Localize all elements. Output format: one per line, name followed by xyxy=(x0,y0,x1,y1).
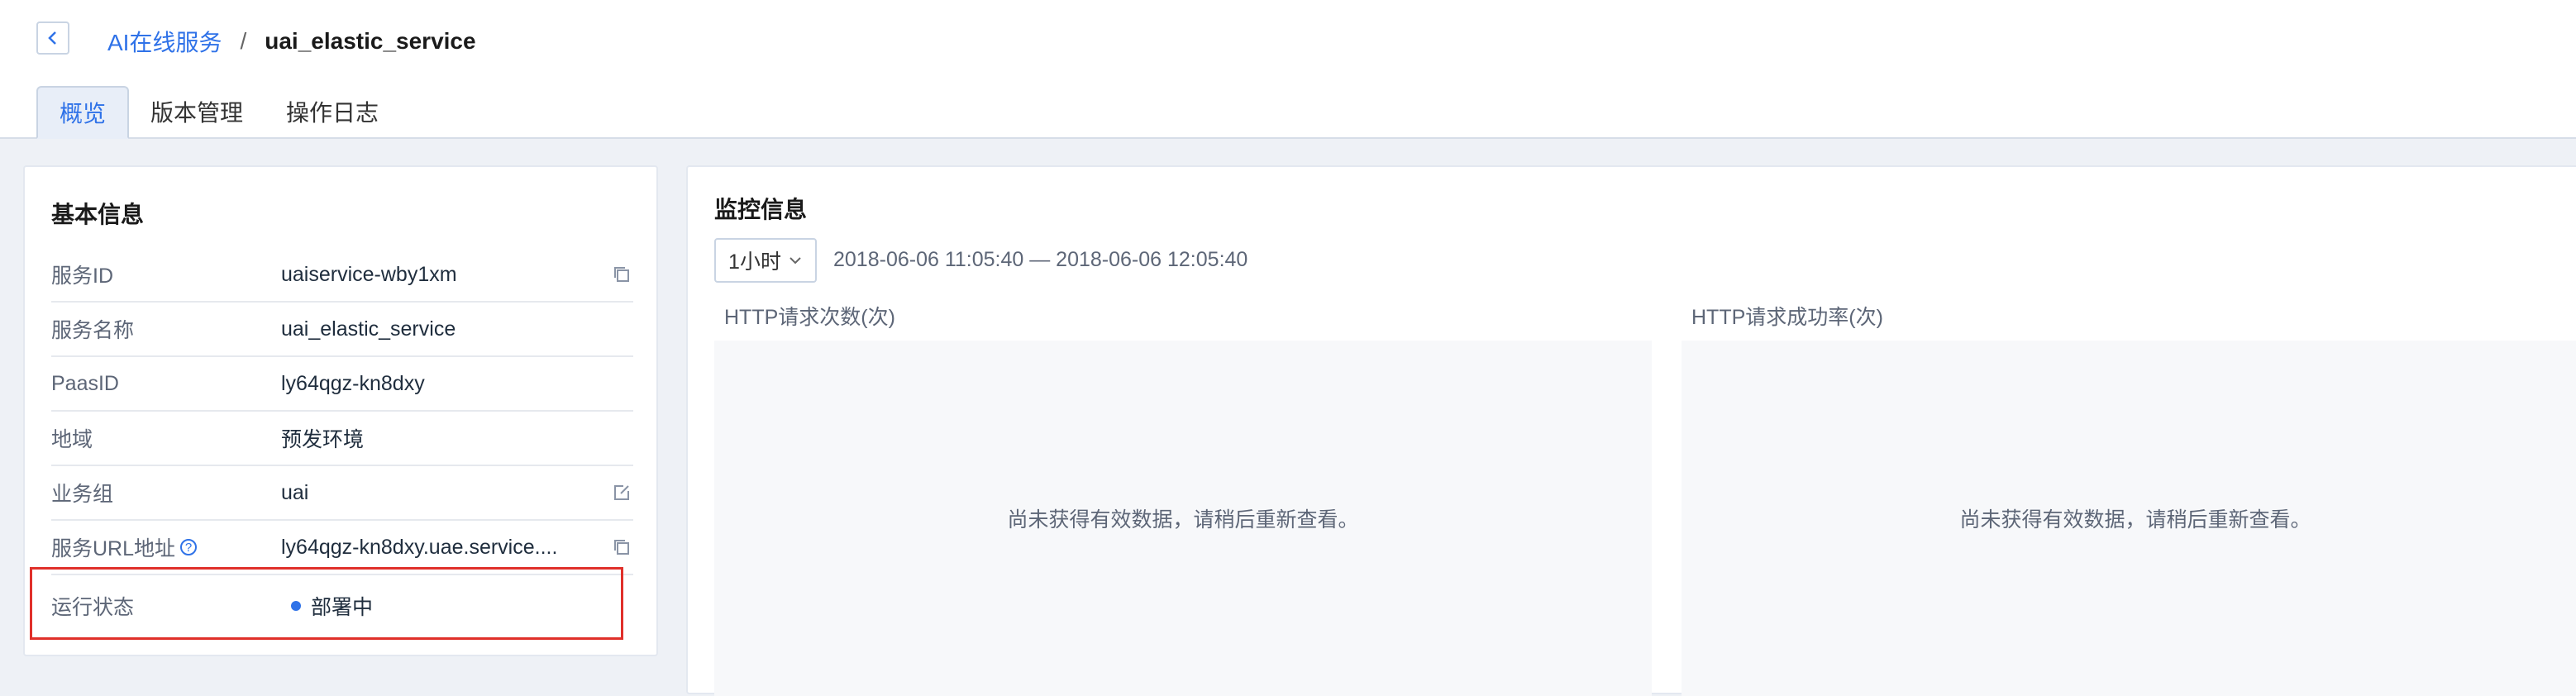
info-label: PaasID xyxy=(51,371,119,395)
breadcrumb-current: uai_elastic_service xyxy=(265,28,476,54)
chart-http-success-rate: 尚未获得有效数据，请稍后重新查看。 xyxy=(1682,341,2576,696)
info-label-with-help: 服务URL地址 ? xyxy=(51,532,281,562)
info-value: uaiservice-wby1xm xyxy=(281,262,457,286)
info-value: ly64qgz-kn8dxy xyxy=(281,371,425,395)
copy-icon[interactable] xyxy=(610,263,633,286)
info-row-region: 地域 预发环境 xyxy=(51,412,633,466)
highlight-annotation-box xyxy=(30,567,623,640)
tab-overview[interactable]: 概览 xyxy=(36,86,130,139)
basic-info-title: 基本信息 xyxy=(51,202,145,227)
monitor-title: 监控信息 xyxy=(714,197,808,222)
info-value: ly64qgz-kn8dxy.uae.service.... xyxy=(281,535,558,559)
page-header: AI在线服务 / uai_elastic_service 概览 版本管理 操作日… xyxy=(0,0,2576,139)
info-value: uai_elastic_service xyxy=(281,317,456,341)
back-button[interactable] xyxy=(36,21,69,55)
info-value: uai xyxy=(281,480,309,504)
chevron-left-icon xyxy=(48,31,56,45)
chart-title-http-success-rate: HTTP请求成功率(次) xyxy=(1691,306,1883,329)
chart-empty-text: 尚未获得有效数据，请稍后重新查看。 xyxy=(1959,508,2311,532)
time-range-text: 2018-06-06 11:05:40 — 2018-06-06 12:05:4… xyxy=(833,248,1248,271)
help-icon[interactable]: ? xyxy=(180,539,198,555)
chart-empty-text: 尚未获得有效数据，请稍后重新查看。 xyxy=(1007,508,1359,532)
info-label: 服务ID xyxy=(51,265,114,288)
info-value: 预发环境 xyxy=(281,428,365,451)
info-label: 业务组 xyxy=(51,483,114,506)
breadcrumb-parent-link[interactable]: AI在线服务 xyxy=(107,25,222,58)
tab-bar: 概览 版本管理 操作日志 xyxy=(36,86,400,139)
tab-operation-log[interactable]: 操作日志 xyxy=(265,86,400,137)
info-label: 地域 xyxy=(51,428,93,451)
edit-icon[interactable] xyxy=(610,481,633,504)
info-row-service-name: 服务名称 uai_elastic_service xyxy=(51,303,633,357)
monitor-panel: 监控信息 1小时 2018-06-06 11:05:40 — 2018-06-0… xyxy=(686,165,2576,696)
chart-title-http-requests: HTTP请求次数(次) xyxy=(724,306,895,329)
breadcrumb: AI在线服务 / uai_elastic_service xyxy=(107,25,476,58)
info-row-service-id: 服务ID uaiservice-wby1xm xyxy=(51,248,633,303)
tab-version-management[interactable]: 版本管理 xyxy=(129,86,265,137)
chevron-down-icon xyxy=(789,257,801,265)
time-range-select[interactable]: 1小时 xyxy=(714,238,817,283)
copy-icon[interactable] xyxy=(610,536,633,559)
info-label: 服务URL地址 xyxy=(51,537,176,560)
info-row-paas-id: PaasID ly64qgz-kn8dxy xyxy=(51,357,633,412)
breadcrumb-separator: / xyxy=(240,28,247,54)
info-row-business-group: 业务组 uai xyxy=(51,466,633,521)
chart-http-requests: 尚未获得有效数据，请稍后重新查看。 xyxy=(714,341,1652,696)
time-range-select-value: 1小时 xyxy=(728,250,781,274)
info-label: 服务名称 xyxy=(51,319,135,342)
